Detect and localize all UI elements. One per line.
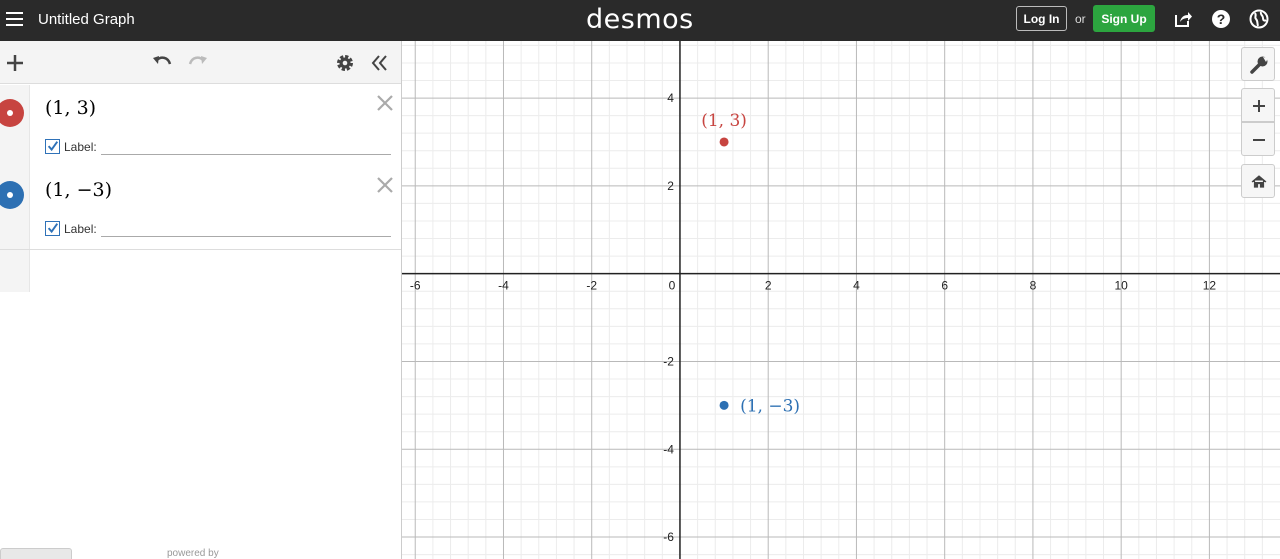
redo-icon[interactable] bbox=[187, 52, 209, 74]
x-tick-label: 2 bbox=[765, 279, 772, 293]
x-tick-label: -4 bbox=[498, 279, 509, 293]
delete-expression-icon[interactable] bbox=[374, 174, 396, 196]
x-tick-label: -2 bbox=[586, 279, 597, 293]
x-tick-label: -6 bbox=[410, 279, 421, 293]
x-tick-label: 6 bbox=[941, 279, 948, 293]
settings-icon[interactable] bbox=[334, 52, 356, 74]
point-color-icon[interactable] bbox=[0, 99, 24, 127]
graph-paper[interactable]: -6 -4 -2 0 2 4 6 8 10 12 -6 -4 -2 2 4 (1, 3) (1, −3) bbox=[402, 41, 1280, 559]
new-expression-gutter[interactable] bbox=[0, 250, 30, 292]
y-tick-label: -4 bbox=[663, 442, 674, 456]
y-tick-label: 4 bbox=[667, 91, 674, 105]
point-marker bbox=[719, 400, 729, 410]
axes bbox=[402, 41, 1280, 559]
expression-math[interactable]: (1, 3) bbox=[45, 97, 96, 119]
label-input[interactable] bbox=[101, 135, 391, 155]
expression-gutter bbox=[0, 85, 30, 167]
y-tick-label: -2 bbox=[663, 354, 674, 368]
wrench-icon bbox=[1250, 56, 1268, 74]
y-tick-label: 2 bbox=[667, 179, 674, 193]
x-tick-label: 4 bbox=[853, 279, 860, 293]
expression-gutter bbox=[0, 167, 30, 249]
help-icon[interactable]: ? bbox=[1211, 9, 1231, 29]
signup-button[interactable]: Sign Up bbox=[1093, 5, 1155, 32]
label-checkbox[interactable] bbox=[45, 139, 60, 154]
or-text: or bbox=[1075, 12, 1086, 26]
expression-math[interactable]: (1, −3) bbox=[45, 179, 112, 201]
zoom-in-button[interactable] bbox=[1241, 88, 1275, 122]
x-tick-label: 12 bbox=[1203, 279, 1217, 293]
top-header: Untitled Graph desmos Log In or Sign Up … bbox=[0, 0, 1280, 41]
graph-settings-button[interactable] bbox=[1241, 47, 1275, 81]
default-viewport-button[interactable] bbox=[1241, 164, 1275, 198]
x-tick-label: 10 bbox=[1114, 279, 1128, 293]
expression-toolbar bbox=[0, 41, 401, 84]
graph-canvas[interactable]: -6 -4 -2 0 2 4 6 8 10 12 -6 -4 -2 2 4 (1, 3) (1, −3) bbox=[402, 41, 1280, 559]
y-tick-label: -6 bbox=[663, 530, 674, 544]
point-marker bbox=[719, 137, 729, 147]
desmos-logo: desmos bbox=[586, 4, 694, 35]
label-input[interactable] bbox=[101, 217, 391, 237]
home-icon bbox=[1251, 175, 1267, 188]
point-label: (1, −3) bbox=[740, 396, 800, 416]
expression-panel: (1, 3) Label: (1, −3) Label: powered by bbox=[0, 41, 402, 559]
graph-title[interactable]: Untitled Graph bbox=[38, 11, 135, 28]
point-color-icon[interactable] bbox=[0, 181, 24, 209]
label-caption: Label: bbox=[64, 140, 97, 154]
label-caption: Label: bbox=[64, 222, 97, 236]
add-icon[interactable] bbox=[4, 52, 26, 74]
tick-labels: -6 -4 -2 0 2 4 6 8 10 12 -6 -4 -2 2 4 bbox=[410, 91, 1217, 544]
delete-expression-icon[interactable] bbox=[374, 92, 396, 114]
expression-item[interactable]: (1, −3) Label: bbox=[0, 167, 401, 250]
minor-gridlines bbox=[402, 41, 1280, 559]
menu-icon[interactable] bbox=[5, 9, 25, 29]
label-checkbox[interactable] bbox=[45, 221, 60, 236]
undo-icon[interactable] bbox=[151, 52, 173, 74]
major-gridlines bbox=[402, 41, 1280, 559]
keyboard-toggle-button[interactable] bbox=[0, 548, 72, 559]
zoom-in-icon bbox=[1253, 100, 1265, 112]
zoom-out-icon bbox=[1253, 139, 1265, 141]
login-button[interactable]: Log In bbox=[1016, 6, 1067, 31]
globe-icon[interactable] bbox=[1249, 9, 1269, 29]
share-icon[interactable] bbox=[1173, 9, 1193, 29]
point-label: (1, 3) bbox=[701, 111, 747, 131]
collapse-icon[interactable] bbox=[369, 52, 391, 74]
zoom-out-button[interactable] bbox=[1241, 122, 1275, 156]
x-tick-label: 0 bbox=[669, 279, 676, 293]
powered-by-text: powered by bbox=[167, 548, 219, 559]
expression-item[interactable]: (1, 3) Label: bbox=[0, 85, 401, 168]
svg-text:?: ? bbox=[1217, 11, 1226, 27]
x-tick-label: 8 bbox=[1030, 279, 1037, 293]
